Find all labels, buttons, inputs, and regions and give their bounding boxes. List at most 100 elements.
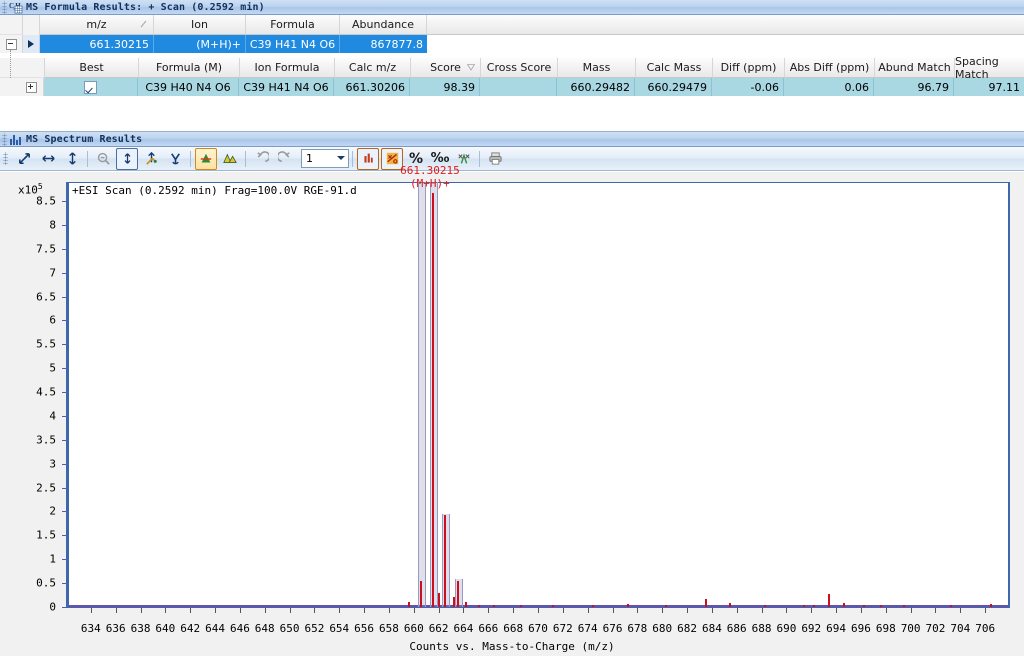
y-axis-tick-label: 5.5 — [36, 337, 56, 351]
collapse-minus-icon[interactable] — [5, 38, 17, 50]
col-header-abs-diff-ppm[interactable]: Abs Diff (ppm) — [785, 58, 875, 78]
x-axis-tick-mark — [165, 608, 167, 613]
col-header-abundance[interactable]: Abundance — [340, 15, 427, 35]
cell-abs-diff-ppm: 0.06 — [784, 78, 874, 96]
zoom-both-axes-icon[interactable] — [13, 148, 35, 170]
x-axis-tick-label: 638 — [130, 622, 151, 635]
x-axis-tick-mark — [662, 608, 664, 613]
x-axis-tick-label: 668 — [503, 622, 524, 635]
expander-gutter-header — [0, 15, 23, 35]
spectrum-results-titlebar[interactable]: MS Spectrum Results — [0, 132, 1024, 147]
x-axis-tick-label: 642 — [180, 622, 201, 635]
sort-ascending-icon — [140, 20, 147, 28]
formula-results-titlebar[interactable]: C x H MS Formula Results: + Scan (0.2592… — [0, 0, 1024, 15]
x-axis-tick-label: 662 — [428, 622, 449, 635]
detail-row-expander-cell[interactable] — [0, 78, 44, 96]
y-axis-tick-label: 6 — [49, 313, 56, 327]
cell-best[interactable] — [44, 78, 138, 96]
x-axis-tick-label: 656 — [354, 622, 375, 635]
col-header-best[interactable]: Best — [45, 58, 139, 78]
x-axis-tick-label: 694 — [826, 622, 847, 635]
col-header-formula-m[interactable]: Formula (M) — [139, 58, 240, 78]
spectrum-plot-canvas[interactable] — [66, 182, 1010, 607]
col-header-calc-mass[interactable]: Calc Mass — [636, 58, 713, 78]
spectrum-peak — [453, 596, 456, 607]
expand-plus-icon[interactable] — [26, 81, 37, 93]
mirror-spectra-icon[interactable] — [219, 148, 241, 170]
col-header-cross-score[interactable]: Cross Score — [481, 58, 558, 78]
x-axis-label: Counts vs. Mass-to-Charge (m/z) — [409, 640, 615, 653]
col-header-filler — [427, 15, 1024, 35]
table-row[interactable]: C39 H40 N4 O6 C39 H41 N4 O6 661.30206 98… — [0, 78, 1024, 96]
toolbar-separator — [352, 150, 353, 167]
y-axis-ticks: 0 0.5 1 1.5 2 2.5 3 3.5 4 4.5 5 5.5 6 6.5 7 7.5 8 8.5 — [0, 172, 66, 656]
cell-score: 98.39 — [410, 78, 480, 96]
y-axis-tick-label: 2.5 — [36, 481, 56, 495]
y-axis-tick-label: 3.5 — [36, 433, 56, 447]
x-axis-tick-label: 654 — [329, 622, 350, 635]
bar-chart-icon — [9, 133, 23, 146]
x-axis-tick-mark — [811, 608, 813, 613]
ms-formula-results-window: C x H MS Formula Results: + Scan (0.2592… — [0, 0, 1024, 118]
x-axis-tick-mark — [562, 608, 564, 613]
col-header-abund-match[interactable]: Abund Match — [875, 58, 955, 78]
autoscale-y-icon[interactable] — [116, 147, 138, 170]
x-axis-tick-mark — [289, 608, 291, 613]
col-header-calc-mz[interactable]: Calc m/z — [335, 58, 411, 78]
cell-diff-ppm: -0.06 — [712, 78, 784, 96]
col-header-mass[interactable]: Mass — [558, 58, 636, 78]
spectrum-peak — [419, 580, 422, 607]
undo-zoom-icon[interactable] — [250, 148, 272, 170]
spectrum-results-title: MS Spectrum Results — [26, 133, 143, 145]
x-axis-tick-label: 640 — [155, 622, 176, 635]
table-row[interactable]: 661.30215 (M+H)+ C39 H41 N4 O6 867877.8 — [0, 35, 1024, 53]
x-axis-tick-label: 690 — [776, 622, 797, 635]
spectrum-window-grip-handle[interactable] — [2, 132, 7, 146]
x-axis-tick-mark — [687, 608, 689, 613]
x-axis-tick-mark — [314, 608, 316, 613]
x-axis-tick-mark — [239, 608, 241, 613]
pane-count-dropdown[interactable]: 1 — [301, 149, 349, 168]
col-header-mz[interactable]: m/z — [40, 15, 154, 35]
detail-grid-header: Best Formula (M) Ion Formula Calc m/z Sc… — [0, 55, 1024, 81]
col-header-mz-label: m/z — [86, 18, 107, 31]
chevron-down-icon[interactable] — [337, 156, 345, 160]
redo-zoom-icon[interactable] — [274, 148, 296, 170]
spectrum-peak — [444, 515, 447, 607]
manual-scale-icon[interactable] — [140, 148, 162, 170]
show-peak-labels-icon[interactable] — [357, 147, 379, 170]
molecular-formula-icon: C x H — [9, 1, 23, 14]
zoom-y-axis-icon[interactable] — [61, 148, 83, 170]
x-axis-tick-mark — [413, 608, 415, 613]
x-axis-tick-mark — [960, 608, 962, 613]
cell-mass: 660.29482 — [557, 78, 635, 96]
anchor-scale-icon[interactable] — [164, 148, 186, 170]
x-axis-tick-mark — [885, 608, 887, 613]
x-axis-tick-mark — [538, 608, 539, 613]
x-axis-tick-label: 636 — [105, 622, 126, 635]
window-grip-handle[interactable] — [2, 0, 7, 14]
col-header-ion[interactable]: Ion — [154, 15, 246, 35]
x-axis-tick-mark — [612, 608, 614, 613]
spectrum-plot-area[interactable]: x105 0 0.5 1 1.5 2 2.5 3 3.5 4 4.5 5 5.5 6 6.5 7 7.5 8 8.… — [0, 164, 1024, 656]
col-header-formula[interactable]: Formula — [246, 15, 340, 35]
x-axis-tick-label: 676 — [602, 622, 623, 635]
col-header-diff-ppm[interactable]: Diff (ppm) — [713, 58, 785, 78]
best-checkbox[interactable] — [84, 80, 97, 94]
spectrum-peak — [828, 594, 831, 607]
zoom-out-icon[interactable] — [92, 148, 114, 170]
overlay-spectra-icon[interactable] — [195, 147, 217, 170]
col-header-ion-formula[interactable]: Ion Formula — [240, 58, 335, 78]
print-icon[interactable] — [484, 148, 506, 170]
zoom-x-axis-icon[interactable] — [37, 148, 59, 170]
col-header-spacing-match[interactable]: Spacing Match — [955, 55, 1024, 81]
toolbar-grip-handle[interactable] — [3, 152, 8, 165]
cell-calc-mass: 660.29479 — [635, 78, 712, 96]
col-header-score[interactable]: Score — [411, 58, 481, 78]
x-axis-tick-mark — [587, 608, 589, 613]
y-axis-tick-label: 1.5 — [36, 528, 56, 542]
y-axis-tick-label: 8 — [49, 218, 56, 232]
x-axis-tick-label: 634 — [80, 622, 101, 635]
row-indicator-cell[interactable] — [23, 35, 40, 53]
x-axis-tick-label: 670 — [528, 622, 548, 635]
